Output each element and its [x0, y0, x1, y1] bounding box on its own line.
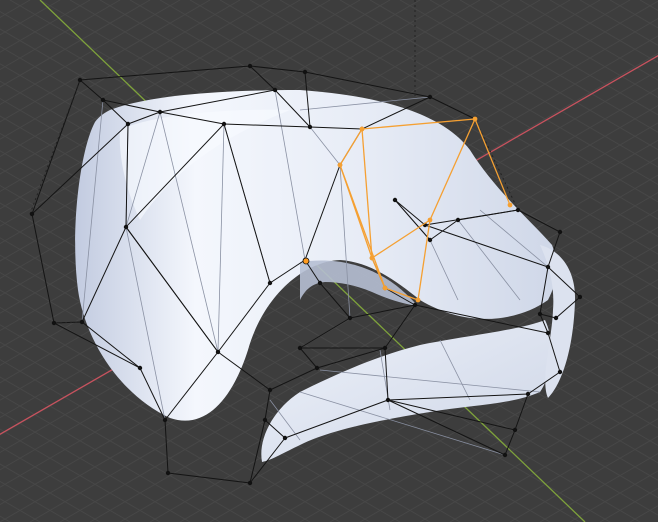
selected-vertex[interactable] [359, 126, 365, 132]
active-vertex[interactable] [302, 257, 310, 265]
cage-vertex[interactable] [162, 417, 168, 423]
selected-vertex[interactable] [382, 285, 388, 291]
cage-vertex[interactable] [267, 280, 273, 286]
cage-vertex[interactable] [553, 315, 559, 321]
cage-vertex[interactable] [125, 121, 131, 127]
cage-vertex[interactable] [502, 452, 508, 458]
cage-vertex[interactable] [515, 207, 521, 213]
selected-vertex[interactable] [415, 297, 421, 303]
cage-vertex[interactable] [51, 320, 57, 326]
cage-vertex[interactable] [262, 417, 268, 423]
cage-vertex[interactable] [382, 345, 388, 351]
viewport-canvas[interactable] [0, 0, 658, 522]
cage-vertex[interactable] [157, 109, 163, 115]
cage-vertex[interactable] [282, 435, 288, 441]
cage-vertex[interactable] [577, 294, 583, 300]
cage-vertex[interactable] [347, 315, 353, 321]
cage-vertex[interactable] [455, 217, 461, 223]
cage-vertex[interactable] [302, 69, 308, 75]
cage-vertex[interactable] [545, 264, 551, 270]
cage-vertex[interactable] [123, 224, 129, 230]
cage-vertex[interactable] [29, 211, 35, 217]
cage-vertex[interactable] [525, 391, 531, 397]
cage-vertex[interactable] [307, 124, 313, 130]
selected-vertex[interactable] [337, 162, 343, 168]
cage-vertex[interactable] [297, 345, 303, 351]
cage-vertex[interactable] [537, 311, 543, 317]
cage-vertex[interactable] [412, 302, 418, 308]
cage-vertex[interactable] [247, 63, 253, 69]
cage-vertex[interactable] [427, 237, 433, 243]
selected-vertex[interactable] [427, 217, 433, 223]
cage-vertex[interactable] [314, 365, 320, 371]
cage-vertex[interactable] [512, 427, 518, 433]
cage-vertex[interactable] [392, 197, 398, 203]
cage-vertex[interactable] [215, 349, 221, 355]
cage-vertex[interactable] [77, 77, 83, 83]
cage-vertex[interactable] [100, 97, 106, 103]
cage-vertex[interactable] [317, 280, 323, 286]
cage-vertex[interactable] [385, 397, 391, 403]
3d-viewport[interactable] [0, 0, 658, 522]
cage-vertex[interactable] [79, 319, 85, 325]
cage-vertex[interactable] [221, 121, 227, 127]
cage-vertex[interactable] [427, 94, 433, 100]
cage-vertex[interactable] [545, 330, 551, 336]
cage-vertex[interactable] [137, 365, 143, 371]
cage-vertex[interactable] [165, 470, 171, 476]
cage-vertex[interactable] [247, 480, 253, 486]
selected-vertex[interactable] [472, 116, 478, 122]
cage-vertex[interactable] [557, 369, 563, 375]
cage-vertex[interactable] [557, 229, 563, 235]
selected-vertex[interactable] [369, 255, 375, 261]
selected-vertex[interactable] [507, 202, 513, 208]
cage-vertex[interactable] [272, 87, 278, 93]
cage-vertex[interactable] [267, 387, 273, 393]
